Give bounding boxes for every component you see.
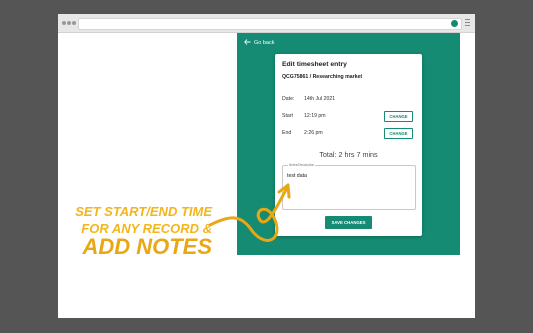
start-value: 12:19 pm [304, 113, 326, 119]
save-changes-button[interactable]: SAVE CHANGES [325, 216, 372, 229]
card-title: Edit timesheet entry [282, 61, 347, 68]
notes-value: test data [287, 173, 307, 179]
notes-label: Notes/Description [288, 163, 316, 167]
go-back-link[interactable]: Go back [244, 38, 274, 48]
edit-timesheet-card: Edit timesheet entry QCG75861 / Research… [275, 54, 422, 236]
promo-line-1: SET START/END TIME [75, 204, 212, 219]
app-extension-icon[interactable] [451, 20, 458, 27]
change-end-button[interactable]: CHANGE [384, 128, 413, 139]
menu-icon[interactable] [465, 19, 470, 26]
end-value: 2:26 pm [304, 130, 323, 136]
date-label: Date: [282, 96, 295, 102]
change-start-button[interactable]: CHANGE [384, 111, 413, 122]
curved-arrow-icon [208, 183, 291, 242]
date-value: 14th Jul 2021 [304, 96, 336, 102]
start-label: Start [282, 113, 293, 119]
window-control-dot[interactable] [62, 21, 66, 25]
total-duration: Total: 2 hrs 7 mins [319, 150, 378, 159]
go-back-label: Go back [254, 40, 275, 46]
arrow-left-icon [244, 39, 251, 47]
browser-titlebar [58, 14, 475, 33]
record-subtitle: QCG75861 / Researching market [282, 74, 363, 80]
end-label: End [282, 130, 292, 136]
promo-line-3: ADD NOTES [82, 234, 212, 259]
address-bar[interactable] [78, 18, 462, 30]
notes-textarea[interactable]: Notes/Description test data [282, 163, 416, 210]
window-control-dot[interactable] [67, 21, 71, 25]
window-control-dot[interactable] [72, 21, 76, 25]
